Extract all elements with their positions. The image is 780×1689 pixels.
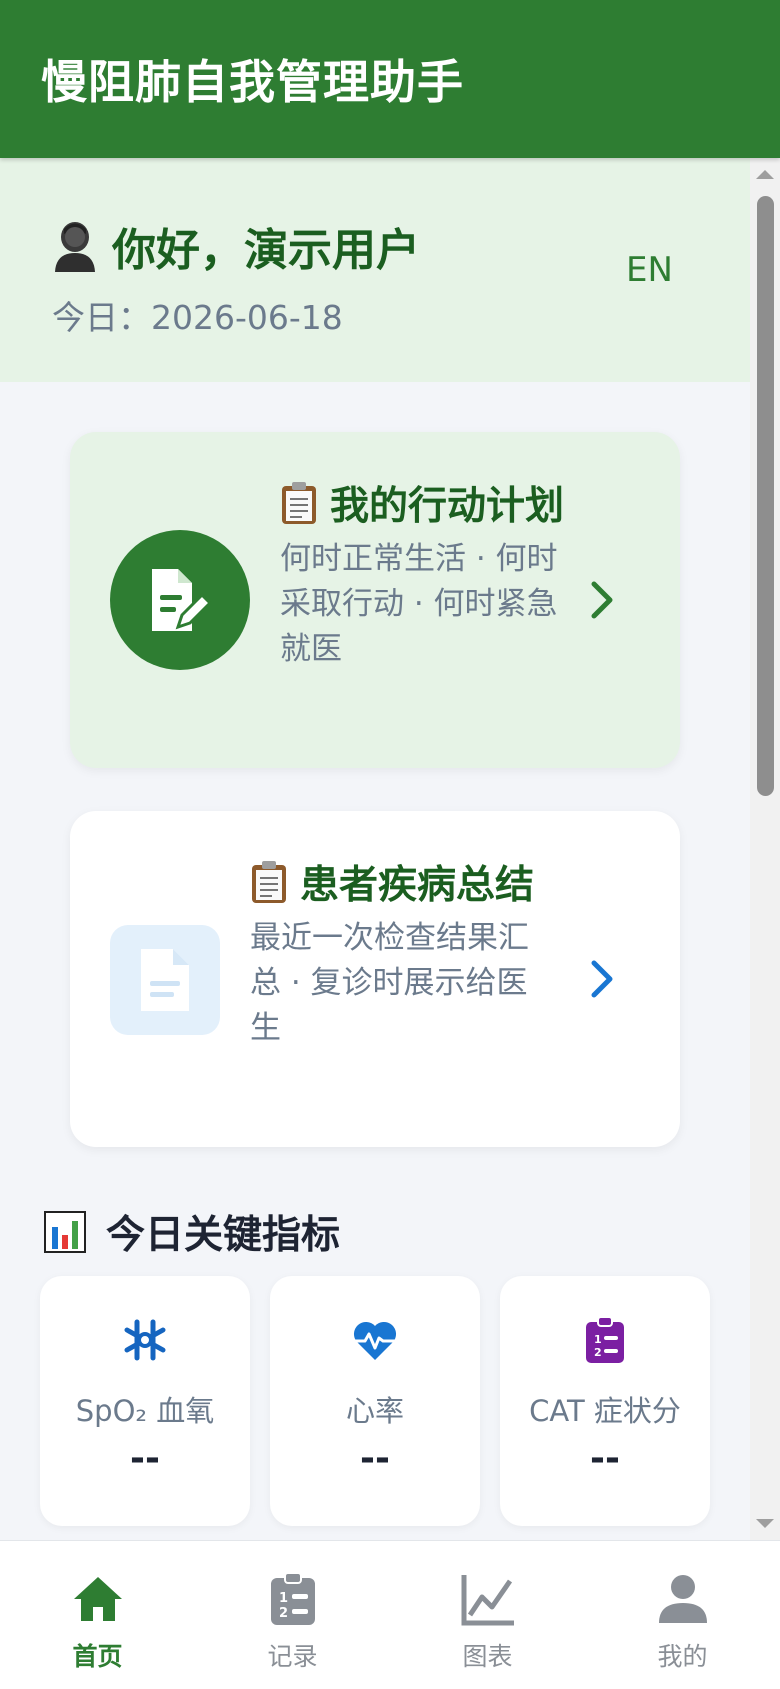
document-icon bbox=[141, 949, 189, 1011]
action-plan-title: 我的行动计划 bbox=[280, 478, 570, 535]
app-title: 慢阻肺自我管理助手 bbox=[41, 55, 464, 109]
bar-chart-icon bbox=[44, 1211, 86, 1253]
molecule-icon bbox=[124, 1319, 166, 1361]
main-content[interactable]: 你好，演示用户 今日：2026-06-18 EN 我的行动计划 何时正常生活 ·… bbox=[0, 158, 750, 1540]
nav-label-records: 记录 bbox=[267, 1642, 318, 1671]
metric-label-cat: CAT 症状分 bbox=[529, 1394, 681, 1428]
line-chart-icon bbox=[461, 1575, 514, 1626]
metric-label-heart-rate: 心率 bbox=[345, 1394, 404, 1428]
scroll-up-arrow-icon[interactable] bbox=[756, 170, 774, 179]
action-plan-subtitle: 何时正常生活 · 何时采取行动 · 何时紧急就医 bbox=[280, 541, 558, 667]
svg-text:2: 2 bbox=[594, 1346, 602, 1359]
metric-card-heart-rate[interactable]: 心率 -- bbox=[270, 1276, 480, 1526]
app-bar: 慢阻肺自我管理助手 bbox=[0, 0, 780, 158]
metric-card-spo2[interactable]: SpO₂ 血氧 -- bbox=[40, 1276, 250, 1526]
action-plan-icon-circle bbox=[110, 530, 250, 670]
home-icon bbox=[74, 1577, 122, 1621]
clipboard-list-icon: 1 2 bbox=[586, 1316, 624, 1363]
nav-item-profile[interactable]: 我的 bbox=[585, 1541, 780, 1689]
metric-value-heart-rate: -- bbox=[360, 1438, 390, 1479]
metrics-section-title-text: 今日关键指标 bbox=[106, 1213, 341, 1258]
metric-label-spo2: SpO₂ 血氧 bbox=[75, 1394, 215, 1428]
clipboard-icon bbox=[282, 482, 316, 524]
greeting-panel: 你好，演示用户 今日：2026-06-18 EN bbox=[0, 158, 750, 382]
disease-summary-text: 患者疾病总结 最近一次检查结果汇总 · 复诊时展示给医生 bbox=[250, 857, 550, 1051]
svg-text:1: 1 bbox=[594, 1333, 602, 1346]
nav-item-charts[interactable]: 图表 bbox=[390, 1541, 585, 1689]
chevron-right-icon bbox=[591, 960, 613, 998]
scrollbar[interactable] bbox=[750, 158, 780, 1540]
action-plan-card[interactable]: 我的行动计划 何时正常生活 · 何时采取行动 · 何时紧急就医 bbox=[70, 432, 680, 768]
svg-text:2: 2 bbox=[279, 1606, 288, 1621]
metric-value-spo2: -- bbox=[130, 1438, 160, 1479]
nav-label-home: 首页 bbox=[72, 1642, 123, 1671]
nav-label-charts: 图表 bbox=[462, 1642, 513, 1671]
chevron-right-icon bbox=[591, 581, 613, 619]
document-edit-icon bbox=[152, 569, 212, 631]
metric-card-cat[interactable]: 1 2 CAT 症状分 -- bbox=[500, 1276, 710, 1526]
nav-item-records[interactable]: 1 2 记录 bbox=[195, 1541, 390, 1689]
metric-value-cat: -- bbox=[590, 1438, 620, 1479]
user-icon bbox=[659, 1575, 707, 1623]
scrollbar-thumb[interactable] bbox=[757, 196, 774, 796]
language-toggle[interactable]: EN bbox=[626, 250, 673, 290]
disease-summary-icon-box bbox=[110, 925, 220, 1035]
svg-text:1: 1 bbox=[279, 1591, 288, 1606]
clipboard-icon bbox=[252, 861, 286, 903]
disease-summary-title-text: 患者疾病总结 bbox=[300, 863, 535, 908]
nav-label-profile: 我的 bbox=[657, 1642, 708, 1671]
today-date: 今日：2026-06-18 bbox=[52, 298, 343, 337]
metrics-section-title: 今日关键指标 bbox=[44, 1204, 340, 1260]
action-plan-title-text: 我的行动计划 bbox=[330, 484, 565, 529]
greeting-line: 你好，演示用户 bbox=[52, 214, 420, 278]
heart-pulse-icon bbox=[353, 1321, 397, 1360]
nav-item-home[interactable]: 首页 bbox=[0, 1541, 195, 1689]
disease-summary-title: 患者疾病总结 bbox=[250, 857, 550, 914]
user-avatar-icon bbox=[55, 222, 95, 272]
bottom-navigation: 首页 1 2 记录 图表 我的 bbox=[0, 1540, 780, 1689]
action-plan-text: 我的行动计划 何时正常生活 · 何时采取行动 · 何时紧急就医 bbox=[280, 478, 570, 672]
greeting-text: 你好，演示用户 bbox=[112, 225, 420, 276]
disease-summary-card[interactable]: 患者疾病总结 最近一次检查结果汇总 · 复诊时展示给医生 bbox=[70, 811, 680, 1147]
disease-summary-subtitle: 最近一次检查结果汇总 · 复诊时展示给医生 bbox=[250, 920, 529, 1046]
clipboard-list-icon: 1 2 bbox=[271, 1572, 315, 1625]
scroll-down-arrow-icon[interactable] bbox=[756, 1519, 774, 1528]
